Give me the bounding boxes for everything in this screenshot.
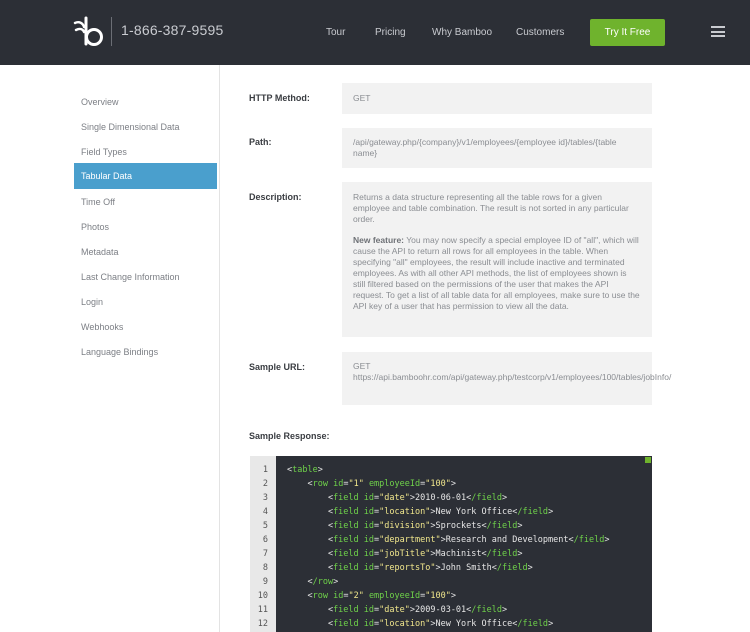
hamburger-menu-icon[interactable] <box>711 26 725 37</box>
nav-pricing[interactable]: Pricing <box>375 27 406 38</box>
sample-url-box: GET https://api.bamboohr.com/api/gateway… <box>342 352 671 405</box>
sidebar-item-tabular-data[interactable]: Tabular Data <box>74 163 217 189</box>
code-text: <field id="department">Research and Deve… <box>287 535 610 545</box>
line-number: 8 <box>262 563 268 573</box>
code-text: <field id="location">New York Office</fi… <box>287 619 554 629</box>
code-line: 2 <row id="1" employeeId="100"> <box>250 477 652 491</box>
code-line: 10 <row id="2" employeeId="100"> <box>250 589 652 603</box>
nav-why-bamboo[interactable]: Why Bamboo <box>432 27 492 38</box>
description-label: Description: <box>249 192 302 202</box>
sample-url-method: GET <box>353 361 371 371</box>
sidebar-item-metadata[interactable]: Metadata <box>74 239 217 265</box>
line-number: 2 <box>262 479 268 489</box>
code-text: <field id="jobTitle">Machinist</field> <box>287 549 523 559</box>
sidebar-item-last-change-information[interactable]: Last Change Information <box>74 264 217 290</box>
code-text: <row id="1" employeeId="100"> <box>287 479 456 489</box>
code-text: <field id="date">2009-03-01</field> <box>287 605 508 615</box>
line-number: 6 <box>262 535 268 545</box>
line-number: 4 <box>262 507 268 517</box>
nav-tour[interactable]: Tour <box>326 27 345 38</box>
code-text: <field id="division">Sprockets</field> <box>287 521 523 531</box>
path-label: Path: <box>249 137 272 147</box>
code-line: 9 </row> <box>250 575 652 589</box>
code-text: <field id="date">2010-06-01</field> <box>287 493 508 503</box>
http-method-value: GET <box>342 83 652 114</box>
code-text: <row id="2" employeeId="100"> <box>287 591 456 601</box>
line-number: 5 <box>262 521 268 531</box>
sidebar-item-language-bindings[interactable]: Language Bindings <box>74 339 217 365</box>
try-it-free-button[interactable]: Try It Free <box>590 19 665 46</box>
code-line: 11 <field id="date">2009-03-01</field> <box>250 603 652 617</box>
description-text: Returns a data structure representing al… <box>353 192 629 224</box>
http-method-label: HTTP Method: <box>249 93 310 103</box>
sample-response-label: Sample Response: <box>249 431 330 441</box>
path-text: /api/gateway.php/{company}/v1/employees/… <box>353 137 617 158</box>
top-bar: 1-866-387-9595 Tour Pricing Why Bamboo C… <box>0 0 750 65</box>
line-number: 1 <box>262 465 268 475</box>
code-text: </row> <box>287 577 339 587</box>
code-line: 3 <field id="date">2010-06-01</field> <box>250 491 652 505</box>
nav-customers[interactable]: Customers <box>516 27 564 38</box>
code-line: 5 <field id="division">Sprockets</field> <box>250 519 652 533</box>
line-number: 7 <box>262 549 268 559</box>
code-text: <field id="reportsTo">John Smith</field> <box>287 563 533 573</box>
path-value: /api/gateway.php/{company}/v1/employees/… <box>342 128 652 168</box>
sidebar-item-overview[interactable]: Overview <box>74 89 217 115</box>
sidebar-item-photos[interactable]: Photos <box>74 214 217 240</box>
code-line: 8 <field id="reportsTo">John Smith</fiel… <box>250 561 652 575</box>
sidebar-item-field-types[interactable]: Field Types <box>74 139 217 165</box>
sidebar-item-webhooks[interactable]: Webhooks <box>74 314 217 340</box>
sample-url-label: Sample URL: <box>249 362 306 372</box>
new-feature-paragraph: New feature: You may now specify a speci… <box>353 235 641 312</box>
new-feature-label: New feature: <box>353 235 405 245</box>
line-number: 11 <box>257 605 268 615</box>
sidebar-item-time-off[interactable]: Time Off <box>74 189 217 215</box>
sidebar: Overview Single Dimensional Data Field T… <box>0 65 220 632</box>
sidebar-item-single-dimensional-data[interactable]: Single Dimensional Data <box>74 114 217 140</box>
http-method-text: GET <box>353 93 371 103</box>
code-text: <field id="location">New York Office</fi… <box>287 507 554 517</box>
description-box: Returns a data structure representing al… <box>342 182 652 337</box>
sample-url-text[interactable]: https://api.bamboohr.com/api/gateway.php… <box>353 372 671 383</box>
new-feature-text: You may now specify a special employee I… <box>353 235 640 311</box>
bamboo-logo-icon[interactable] <box>72 14 108 50</box>
line-number: 3 <box>262 493 268 503</box>
line-number: 9 <box>262 577 268 587</box>
main-content: HTTP Method: GET Path: /api/gateway.php/… <box>220 65 750 632</box>
code-line: 7 <field id="jobTitle">Machinist</field> <box>250 547 652 561</box>
sidebar-item-login[interactable]: Login <box>74 289 217 315</box>
code-line: 4 <field id="location">New York Office</… <box>250 505 652 519</box>
line-number: 12 <box>257 619 268 629</box>
code-line: 12 <field id="location">New York Office<… <box>250 617 652 631</box>
logo-divider <box>111 17 112 46</box>
sample-response-code-block[interactable]: 1 <table> 2 <row id="1" employeeId="100"> 3… <box>250 456 652 632</box>
code-text: <table> <box>287 465 323 475</box>
line-number: 10 <box>257 591 268 601</box>
code-line: 6 <field id="department">Research and De… <box>250 533 652 547</box>
code-line: 1 <table> <box>250 463 652 477</box>
phone-number[interactable]: 1-866-387-9595 <box>121 22 223 38</box>
